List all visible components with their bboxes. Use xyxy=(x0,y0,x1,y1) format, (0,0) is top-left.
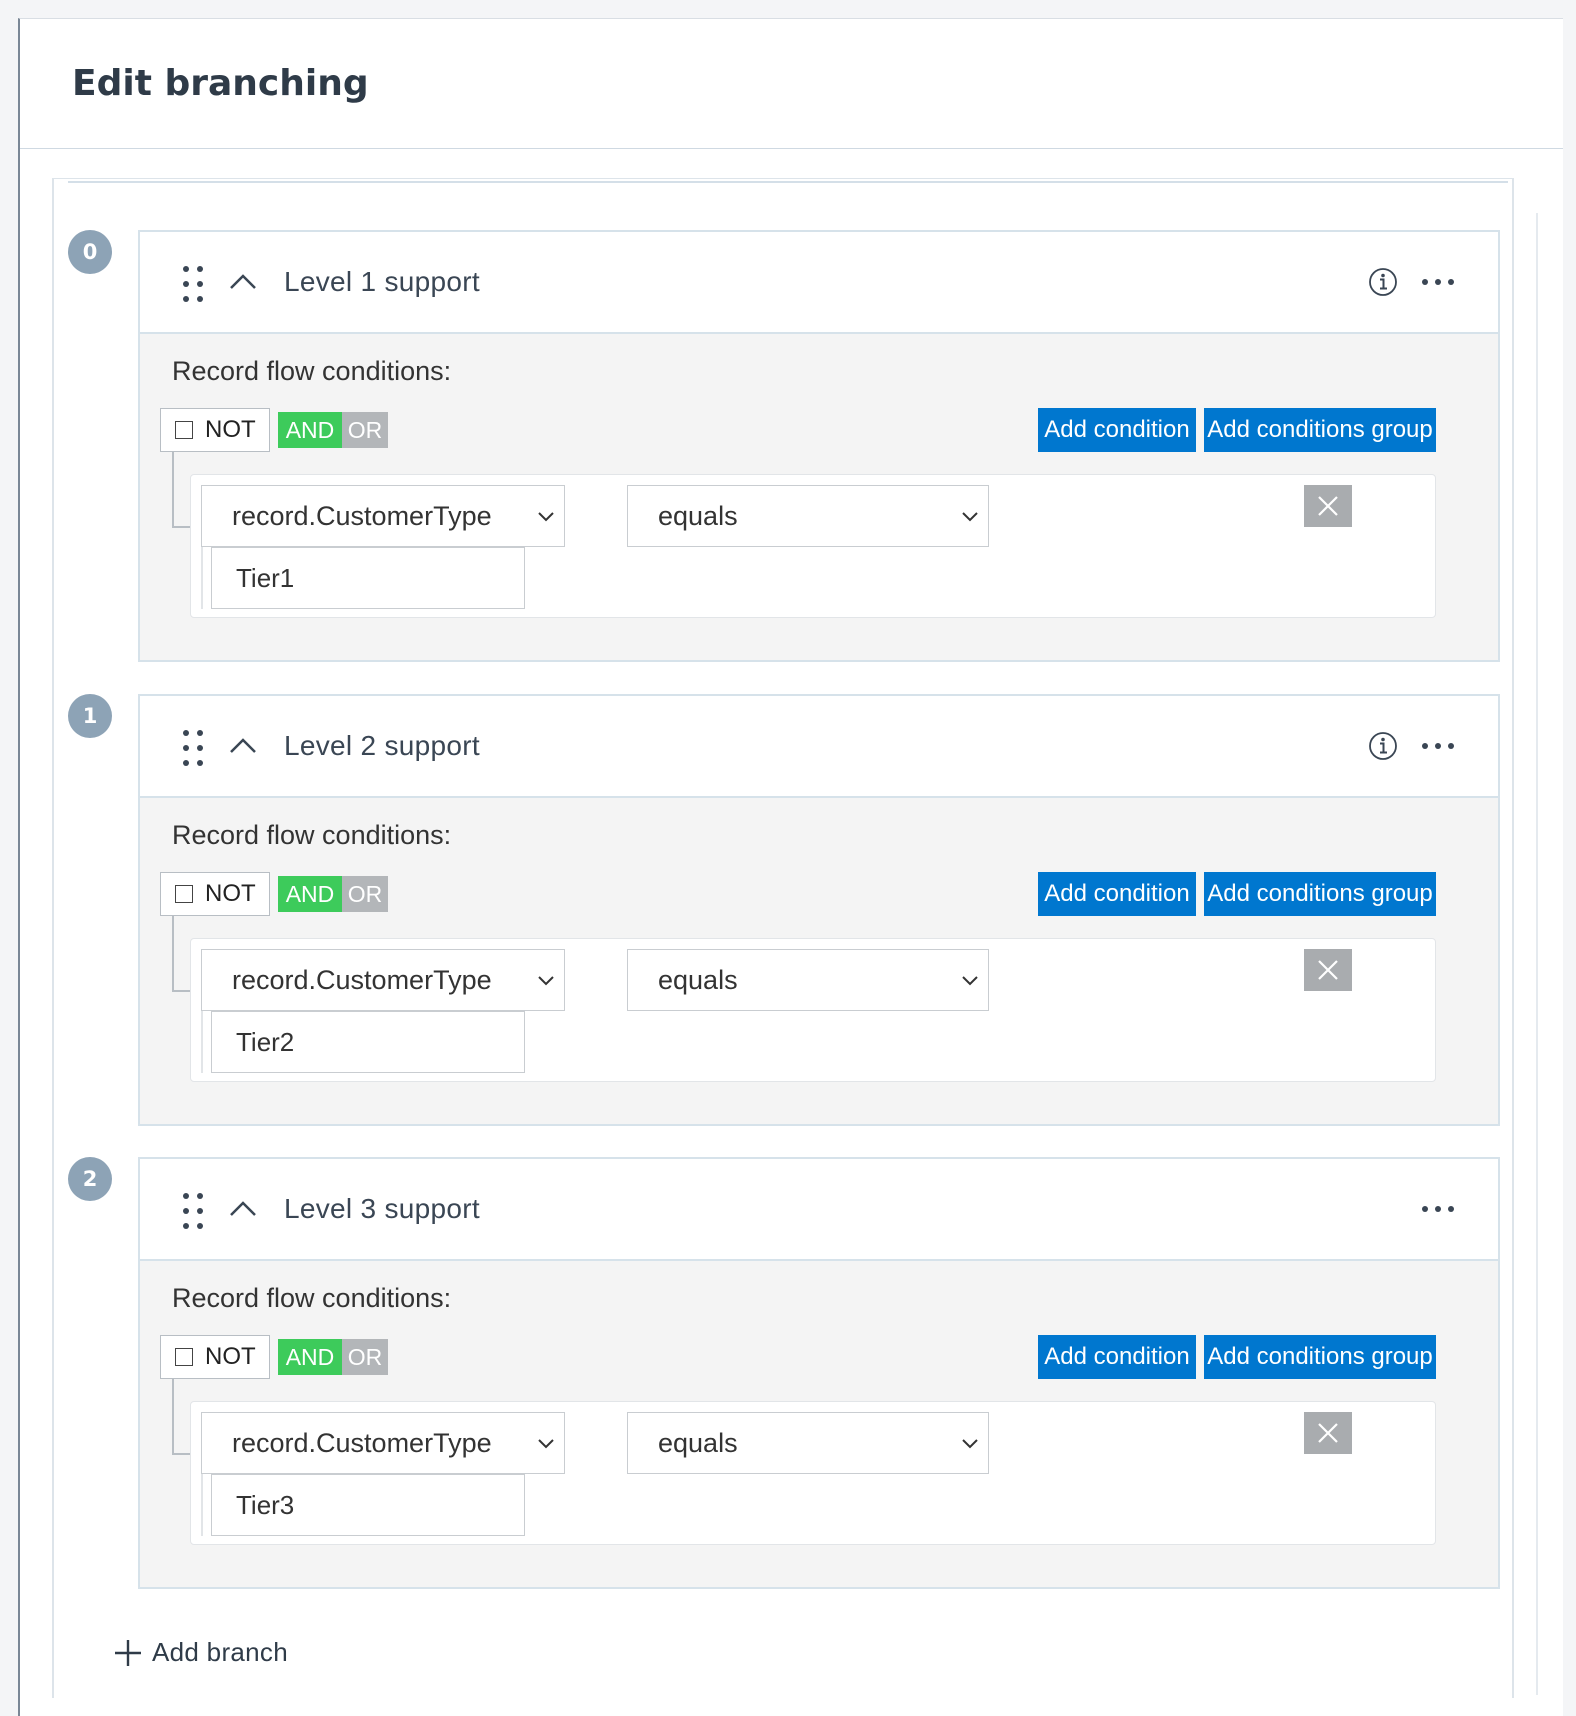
not-toggle[interactable]: NOT xyxy=(160,1335,270,1379)
field-select-value: record.CustomerType xyxy=(232,964,492,995)
condition-tree-connector xyxy=(172,452,192,528)
checkbox-icon[interactable] xyxy=(175,885,193,903)
not-label: NOT xyxy=(205,416,256,443)
more-horizontal-icon[interactable] xyxy=(1418,272,1458,292)
branch-header[interactable]: Level 1 support xyxy=(140,232,1498,334)
chevron-down-icon xyxy=(962,512,978,522)
divider xyxy=(201,547,203,609)
page-title: Edit branching xyxy=(72,63,369,104)
and-button[interactable]: AND xyxy=(278,876,342,912)
field-select[interactable]: record.CustomerType xyxy=(201,1412,565,1474)
condition-row: record.CustomerType equals xyxy=(190,938,1436,1082)
chevron-down-icon xyxy=(962,1439,978,1449)
add-conditions-group-button[interactable]: Add conditions group xyxy=(1204,408,1436,452)
condition-tree-connector xyxy=(172,1379,192,1455)
not-toggle[interactable]: NOT xyxy=(160,872,270,916)
branch-name: Level 1 support xyxy=(284,266,480,297)
add-branch-label: Add branch xyxy=(152,1637,288,1667)
branch-index-badge: 0 xyxy=(68,230,112,274)
divider xyxy=(68,181,1508,183)
operator-select-value: equals xyxy=(658,1427,738,1458)
and-button[interactable]: AND xyxy=(278,1339,342,1375)
operator-select[interactable]: equals xyxy=(627,485,989,547)
condition-row: record.CustomerType equals xyxy=(190,1401,1436,1545)
conditions-label: Record flow conditions: xyxy=(172,356,452,386)
panel-header: Edit branching xyxy=(20,19,1563,149)
add-condition-button[interactable]: Add condition xyxy=(1038,408,1196,452)
chevron-down-icon xyxy=(538,512,554,522)
add-branch-button[interactable]: Add branch xyxy=(114,1637,288,1668)
checkbox-icon[interactable] xyxy=(175,1348,193,1366)
branch-index-badge: 1 xyxy=(68,694,112,738)
operator-select-value: equals xyxy=(658,964,738,995)
drag-handle-icon[interactable] xyxy=(180,730,206,766)
remove-condition-button[interactable] xyxy=(1304,949,1352,991)
chevron-down-icon xyxy=(538,976,554,986)
and-button[interactable]: AND xyxy=(278,412,342,448)
or-button[interactable]: OR xyxy=(342,412,388,448)
scrollbar-track[interactable] xyxy=(1536,213,1538,1695)
chevron-down-icon xyxy=(962,976,978,986)
condition-tree-connector xyxy=(172,916,192,992)
add-condition-button[interactable]: Add condition xyxy=(1038,1335,1196,1379)
branch-name: Level 2 support xyxy=(284,730,480,761)
drag-handle-icon[interactable] xyxy=(180,1193,206,1229)
field-select[interactable]: record.CustomerType xyxy=(201,949,565,1011)
chevron-up-icon[interactable] xyxy=(228,270,258,294)
field-select[interactable]: record.CustomerType xyxy=(201,485,565,547)
operator-select[interactable]: equals xyxy=(627,949,989,1011)
more-horizontal-icon[interactable] xyxy=(1418,1199,1458,1219)
or-button[interactable]: OR xyxy=(342,876,388,912)
branch-card-1: Level 2 support Record flow conditions: … xyxy=(138,694,1500,1126)
field-select-value: record.CustomerType xyxy=(232,500,492,531)
close-icon xyxy=(1318,1423,1338,1443)
branch-index-badge: 2 xyxy=(68,1157,112,1201)
remove-condition-button[interactable] xyxy=(1304,485,1352,527)
branch-name: Level 3 support xyxy=(284,1193,480,1224)
operator-select[interactable]: equals xyxy=(627,1412,989,1474)
branch-card-2: Level 3 support Record flow conditions: … xyxy=(138,1157,1500,1589)
not-toggle[interactable]: NOT xyxy=(160,408,270,452)
conditions-label: Record flow conditions: xyxy=(172,1283,452,1313)
chevron-down-icon xyxy=(538,1439,554,1449)
drag-handle-icon[interactable] xyxy=(180,266,206,302)
plus-icon xyxy=(115,1639,141,1666)
info-icon[interactable] xyxy=(1368,731,1398,761)
not-label: NOT xyxy=(205,880,256,907)
add-condition-button[interactable]: Add condition xyxy=(1038,872,1196,916)
more-horizontal-icon[interactable] xyxy=(1418,736,1458,756)
divider xyxy=(201,1011,203,1073)
remove-condition-button[interactable] xyxy=(1304,1412,1352,1454)
checkbox-icon[interactable] xyxy=(175,421,193,439)
value-input[interactable] xyxy=(211,1474,525,1536)
chevron-up-icon[interactable] xyxy=(228,734,258,758)
value-input[interactable] xyxy=(211,547,525,609)
branch-header[interactable]: Level 3 support xyxy=(140,1159,1498,1261)
conditions-label: Record flow conditions: xyxy=(172,820,452,850)
condition-row: record.CustomerType equals xyxy=(190,474,1436,618)
info-icon[interactable] xyxy=(1368,267,1398,297)
add-conditions-group-button[interactable]: Add conditions group xyxy=(1204,1335,1436,1379)
close-icon xyxy=(1318,960,1338,980)
add-conditions-group-button[interactable]: Add conditions group xyxy=(1204,872,1436,916)
field-select-value: record.CustomerType xyxy=(232,1427,492,1458)
not-label: NOT xyxy=(205,1343,256,1370)
value-input[interactable] xyxy=(211,1011,525,1073)
close-icon xyxy=(1318,496,1338,516)
divider xyxy=(201,1474,203,1536)
or-button[interactable]: OR xyxy=(342,1339,388,1375)
branch-header[interactable]: Level 2 support xyxy=(140,696,1498,798)
branch-card-0: Level 1 support Record flow conditions: … xyxy=(138,230,1500,662)
operator-select-value: equals xyxy=(658,500,738,531)
chevron-up-icon[interactable] xyxy=(228,1197,258,1221)
